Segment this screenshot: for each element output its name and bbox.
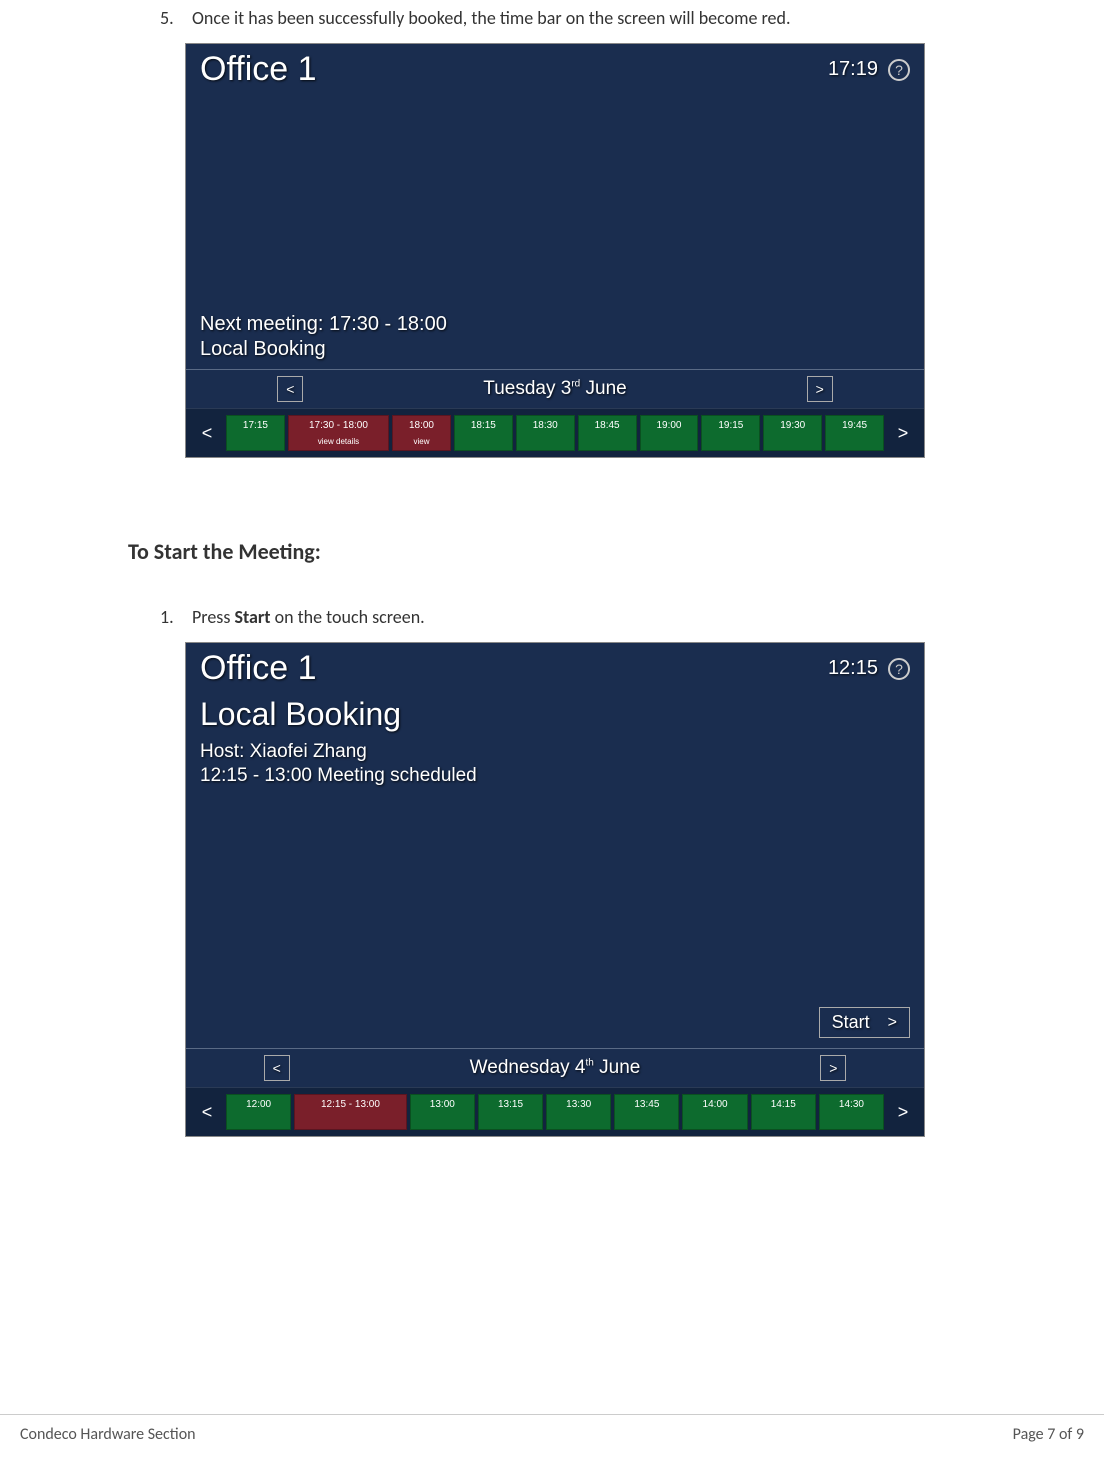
time-slot[interactable]: 13:00 bbox=[410, 1094, 475, 1130]
step-text: Press Start on the touch screen. bbox=[192, 605, 1064, 630]
time-slot[interactable]: 18:30 bbox=[516, 415, 575, 451]
slot-time: 18:00 bbox=[409, 420, 434, 431]
slot-time: 14:00 bbox=[703, 1099, 728, 1110]
time-slot[interactable]: 19:30 bbox=[763, 415, 822, 451]
slot-time: 14:15 bbox=[771, 1099, 796, 1110]
date-next-button[interactable]: > bbox=[820, 1055, 846, 1081]
slot-time: 18:15 bbox=[471, 420, 496, 431]
time-slot[interactable]: 12:15 - 13:00 bbox=[294, 1094, 407, 1130]
time-slot[interactable]: 17:15 bbox=[226, 415, 285, 451]
time-slot[interactable]: 19:45 bbox=[825, 415, 884, 451]
timeline-prev-button[interactable]: < bbox=[192, 415, 222, 451]
timeline-next-button[interactable]: > bbox=[888, 1094, 918, 1130]
slot-time: 18:30 bbox=[533, 420, 558, 431]
section-heading: To Start the Meeting: bbox=[128, 538, 1064, 565]
date-next-button[interactable]: > bbox=[807, 376, 833, 402]
schedule-line: 12:15 - 13:00 Meeting scheduled bbox=[186, 765, 924, 797]
timeline-prev-button[interactable]: < bbox=[192, 1094, 222, 1130]
time-slot[interactable]: 18:45 bbox=[578, 415, 637, 451]
slot-time: 13:30 bbox=[566, 1099, 591, 1110]
time-slot[interactable]: 13:30 bbox=[546, 1094, 611, 1130]
slot-time: 19:00 bbox=[656, 420, 681, 431]
time-slot[interactable]: 14:30 bbox=[819, 1094, 884, 1130]
time-slot[interactable]: 18:00 view bbox=[392, 415, 451, 451]
booking-title: Local Booking bbox=[186, 338, 924, 369]
slot-time: 13:00 bbox=[430, 1099, 455, 1110]
time-slot[interactable]: 12:00 bbox=[226, 1094, 291, 1130]
footer-left: Condeco Hardware Section bbox=[20, 1425, 196, 1444]
step-text: Once it has been successfully booked, th… bbox=[192, 6, 1064, 31]
time-slot[interactable]: 17:30 - 18:00 view details bbox=[288, 415, 389, 451]
next-meeting: Next meeting: 17:30 - 18:00 bbox=[186, 313, 924, 338]
touchscreen-booked: Office 1 17:19 ? Next meeting: 17:30 - 1… bbox=[185, 43, 925, 458]
slot-subtext: view bbox=[413, 437, 429, 446]
slot-time: 17:30 - 18:00 bbox=[309, 420, 368, 431]
host-line: Host: Xiaofei Zhang bbox=[186, 735, 924, 765]
time-slot[interactable]: 19:15 bbox=[701, 415, 760, 451]
chevron-right-icon: > bbox=[888, 1014, 897, 1032]
time-slot[interactable]: 13:15 bbox=[478, 1094, 543, 1130]
step-number: 5. bbox=[160, 6, 188, 31]
slot-time: 14:30 bbox=[839, 1099, 864, 1110]
step-1: 1. Press Start on the touch screen. bbox=[160, 605, 1064, 630]
help-icon[interactable]: ? bbox=[888, 658, 910, 680]
step-5: 5. Once it has been successfully booked,… bbox=[160, 6, 1064, 31]
date-prev-button[interactable]: < bbox=[264, 1055, 290, 1081]
page-footer: Condeco Hardware Section Page 7 of 9 bbox=[0, 1414, 1104, 1444]
slot-time: 19:30 bbox=[780, 420, 805, 431]
date-prev-button[interactable]: < bbox=[277, 376, 303, 402]
timeline: < 12:00 12:15 - 13:00 13:00 13:15 13:30 13:45… bbox=[186, 1087, 924, 1136]
time-slot[interactable]: 19:00 bbox=[640, 415, 699, 451]
slot-subtext: view details bbox=[318, 437, 359, 446]
touchscreen-start: Office 1 12:15 ? Local Booking Host: Xia… bbox=[185, 642, 925, 1137]
slot-time: 12:00 bbox=[246, 1099, 271, 1110]
timeline-next-button[interactable]: > bbox=[888, 415, 918, 451]
time-slot[interactable]: 13:45 bbox=[614, 1094, 679, 1130]
time-slot[interactable]: 14:00 bbox=[682, 1094, 747, 1130]
date-display: Wednesday 4th June bbox=[310, 1057, 801, 1079]
slot-time: 18:45 bbox=[595, 420, 620, 431]
step-number: 1. bbox=[160, 605, 188, 630]
footer-right: Page 7 of 9 bbox=[1013, 1425, 1084, 1444]
time-slot[interactable]: 14:15 bbox=[751, 1094, 816, 1130]
timeline: < 17:15 17:30 - 18:00 view details 18:00 vie… bbox=[186, 408, 924, 457]
help-icon[interactable]: ? bbox=[888, 59, 910, 81]
room-name: Office 1 bbox=[200, 649, 317, 688]
start-label: Start bbox=[832, 1012, 870, 1033]
date-display: Tuesday 3rd June bbox=[323, 378, 786, 400]
booking-title: Local Booking bbox=[186, 692, 924, 735]
clock: 12:15 bbox=[828, 657, 878, 680]
slot-time: 19:45 bbox=[842, 420, 867, 431]
clock: 17:19 bbox=[828, 58, 878, 81]
room-name: Office 1 bbox=[200, 50, 317, 89]
slot-time: 17:15 bbox=[243, 420, 268, 431]
slot-time: 19:15 bbox=[718, 420, 743, 431]
time-slot[interactable]: 18:15 bbox=[454, 415, 513, 451]
slot-time: 13:15 bbox=[498, 1099, 523, 1110]
slot-time: 13:45 bbox=[634, 1099, 659, 1110]
start-button[interactable]: Start > bbox=[819, 1007, 910, 1038]
slot-time: 12:15 - 13:00 bbox=[321, 1099, 380, 1110]
